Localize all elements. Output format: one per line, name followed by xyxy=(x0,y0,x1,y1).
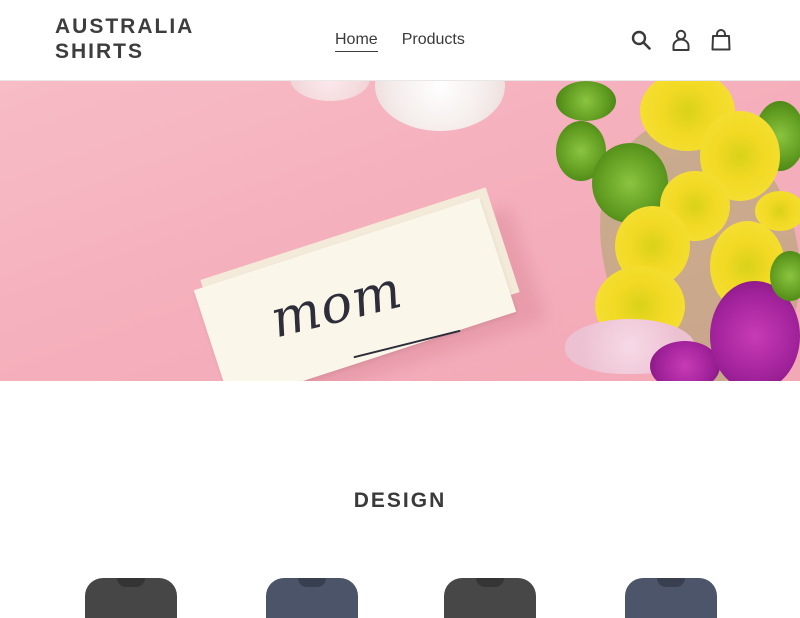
white-flower-decoration xyxy=(375,81,505,131)
section-title: DESIGN xyxy=(353,489,447,512)
logo-line-1: AUSTRALIA xyxy=(55,15,195,38)
white-flower-decoration xyxy=(290,81,370,101)
main-nav: Home Products xyxy=(335,30,465,52)
product-card[interactable] xyxy=(266,578,358,618)
product-card[interactable] xyxy=(85,578,177,618)
site-header: AUSTRALIA SHIRTS Home Products xyxy=(0,0,800,81)
account-icon[interactable] xyxy=(670,28,692,52)
green-chrysanthemum xyxy=(556,81,616,121)
header-icons xyxy=(630,28,732,52)
search-icon[interactable] xyxy=(630,28,652,52)
hero-banner: mom xyxy=(0,81,800,381)
cart-icon[interactable] xyxy=(710,28,732,52)
product-card[interactable] xyxy=(444,578,536,618)
site-logo[interactable]: AUSTRALIA SHIRTS xyxy=(55,14,225,64)
nav-link-home[interactable]: Home xyxy=(335,30,378,52)
logo-line-2: SHIRTS xyxy=(55,40,145,63)
product-card[interactable] xyxy=(625,578,717,618)
yellow-daisy xyxy=(755,191,800,231)
nav-link-products[interactable]: Products xyxy=(402,30,465,52)
